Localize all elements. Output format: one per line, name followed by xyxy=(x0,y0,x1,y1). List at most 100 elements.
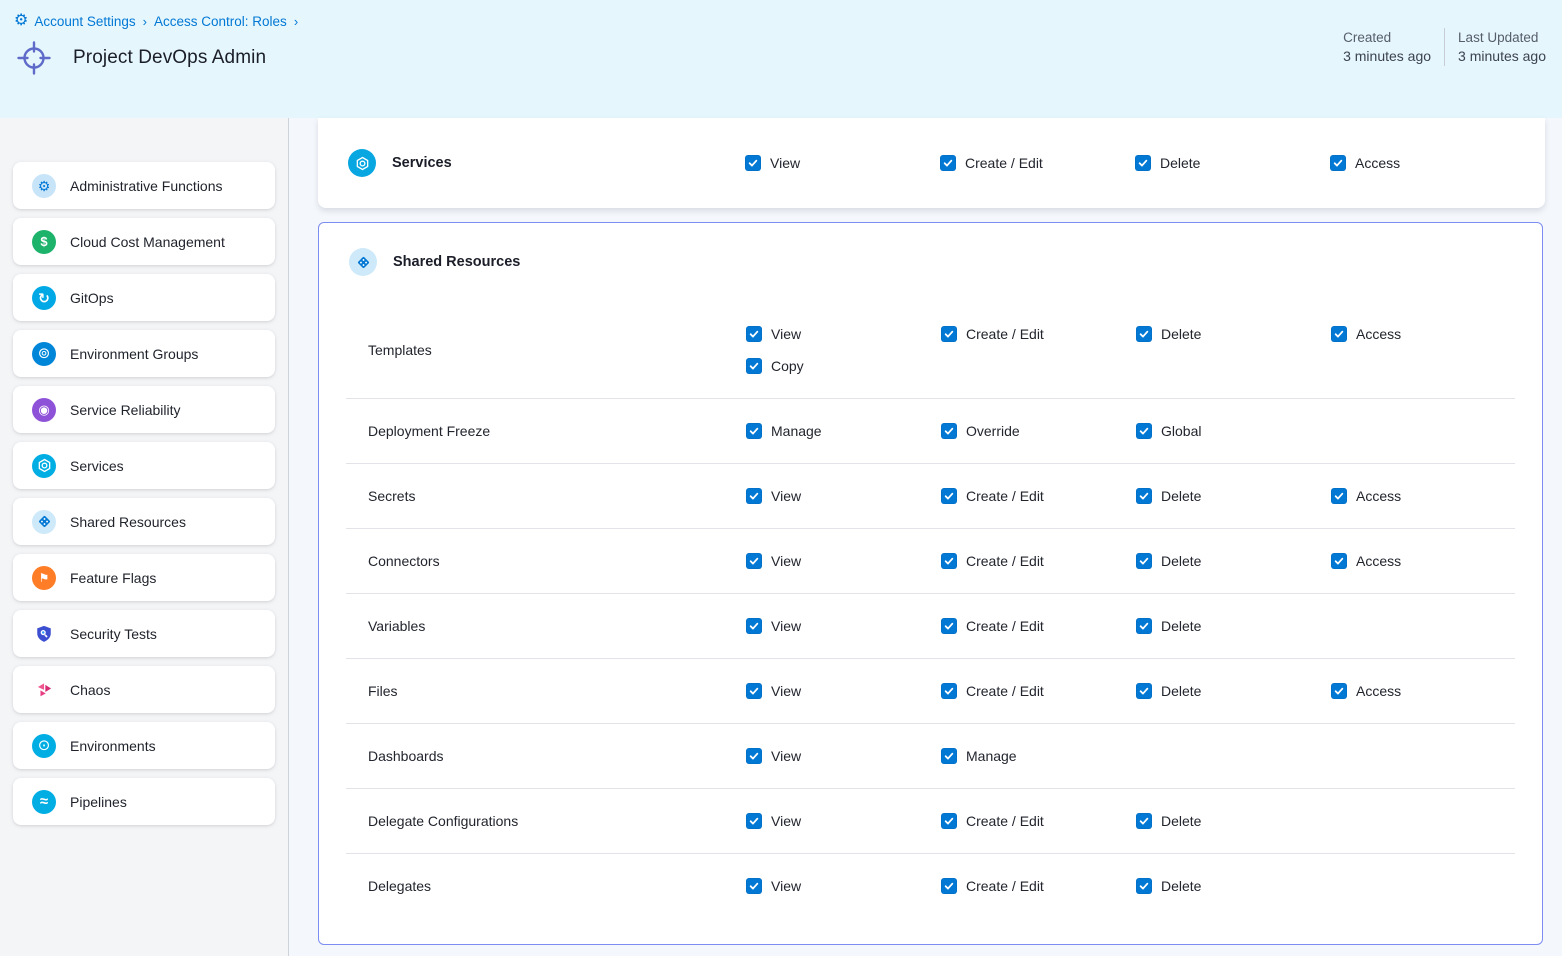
permission-label: Global xyxy=(1161,423,1201,439)
breadcrumb-account-settings[interactable]: Account Settings xyxy=(34,14,135,29)
checkbox-templates-create-edit[interactable] xyxy=(941,326,957,342)
checkbox-variables-create-edit[interactable] xyxy=(941,618,957,634)
permission-deployment-freeze-override[interactable]: Override xyxy=(941,423,1136,439)
permission-deployment-freeze-global[interactable]: Global xyxy=(1136,423,1331,439)
permission-variables-view[interactable]: View xyxy=(746,618,941,634)
checkbox-services-access[interactable] xyxy=(1330,155,1346,171)
checkbox-services-delete[interactable] xyxy=(1135,155,1151,171)
permission-templates-access[interactable]: Access xyxy=(1331,326,1526,342)
created-label: Created xyxy=(1343,30,1431,45)
checkbox-dashboards-view[interactable] xyxy=(746,748,762,764)
permission-delegate-configurations-delete[interactable]: Delete xyxy=(1136,813,1331,829)
permission-delegates-delete[interactable]: Delete xyxy=(1136,878,1331,894)
permission-secrets-view[interactable]: View xyxy=(746,488,941,504)
permission-delegates-view[interactable]: View xyxy=(746,878,941,894)
checkbox-secrets-view[interactable] xyxy=(746,488,762,504)
permission-secrets-delete[interactable]: Delete xyxy=(1136,488,1331,504)
checkbox-services-create-edit[interactable] xyxy=(940,155,956,171)
sidebar-item-cloud-cost-management[interactable]: $ Cloud Cost Management xyxy=(13,218,275,265)
permission-templates-view[interactable]: View xyxy=(746,326,941,342)
permission-files-view[interactable]: View xyxy=(746,683,941,699)
permission-templates-copy[interactable]: Copy xyxy=(746,358,941,374)
checkbox-files-view[interactable] xyxy=(746,683,762,699)
sidebar-item-shared-resources[interactable]: Shared Resources xyxy=(13,498,275,545)
checkbox-secrets-delete[interactable] xyxy=(1136,488,1152,504)
permission-deployment-freeze-manage[interactable]: Manage xyxy=(746,423,941,439)
checkbox-variables-delete[interactable] xyxy=(1136,618,1152,634)
permission-label: View xyxy=(771,748,801,764)
sidebar-item-label: Feature Flags xyxy=(70,570,156,586)
sidebar-item-label: Service Reliability xyxy=(70,402,180,418)
permission-templates-create-edit[interactable]: Create / Edit xyxy=(941,326,1136,342)
checkbox-secrets-access[interactable] xyxy=(1331,488,1347,504)
sidebar-item-services[interactable]: Services xyxy=(13,442,275,489)
permission-variables-create-edit[interactable]: Create / Edit xyxy=(941,618,1136,634)
sidebar-item-service-reliability[interactable]: ◉ Service Reliability xyxy=(13,386,275,433)
permission-connectors-create-edit[interactable]: Create / Edit xyxy=(941,553,1136,569)
checkbox-templates-access[interactable] xyxy=(1331,326,1347,342)
permission-row-connectors: Connectors View Create / Edit Delete Acc… xyxy=(319,529,1542,593)
permission-files-create-edit[interactable]: Create / Edit xyxy=(941,683,1136,699)
checkbox-deployment-freeze-global[interactable] xyxy=(1136,423,1152,439)
permission-secrets-create-edit[interactable]: Create / Edit xyxy=(941,488,1136,504)
permission-variables-delete[interactable]: Delete xyxy=(1136,618,1331,634)
permission-connectors-delete[interactable]: Delete xyxy=(1136,553,1331,569)
permission-services-access[interactable]: Access xyxy=(1330,155,1525,171)
permission-files-delete[interactable]: Delete xyxy=(1136,683,1331,699)
permission-services-view[interactable]: View xyxy=(745,155,940,171)
permission-label: View xyxy=(771,813,801,829)
checkbox-deployment-freeze-override[interactable] xyxy=(941,423,957,439)
checkbox-connectors-create-edit[interactable] xyxy=(941,553,957,569)
checkbox-delegates-delete[interactable] xyxy=(1136,878,1152,894)
sidebar-item-gitops[interactable]: ↻ GitOps xyxy=(13,274,275,321)
permission-services-delete[interactable]: Delete xyxy=(1135,155,1330,171)
permission-files-access[interactable]: Access xyxy=(1331,683,1526,699)
permission-connectors-view[interactable]: View xyxy=(746,553,941,569)
checkbox-files-access[interactable] xyxy=(1331,683,1347,699)
permission-connectors-access[interactable]: Access xyxy=(1331,553,1526,569)
checkbox-files-create-edit[interactable] xyxy=(941,683,957,699)
checkbox-templates-copy[interactable] xyxy=(746,358,762,374)
sidebar-item-label: Cloud Cost Management xyxy=(70,234,225,250)
sidebar-item-pipelines[interactable]: ≈ Pipelines xyxy=(13,778,275,825)
last-updated-value: 3 minutes ago xyxy=(1458,48,1546,64)
permission-delegate-configurations-view[interactable]: View xyxy=(746,813,941,829)
sidebar-item-security-tests[interactable]: Security Tests xyxy=(13,610,275,657)
permission-label: Delete xyxy=(1161,553,1201,569)
checkbox-services-view[interactable] xyxy=(745,155,761,171)
permission-templates-delete[interactable]: Delete xyxy=(1136,326,1331,342)
permission-dashboards-manage[interactable]: Manage xyxy=(941,748,1136,764)
checkbox-delegate-configurations-create-edit[interactable] xyxy=(941,813,957,829)
sidebar-item-chaos[interactable]: Chaos xyxy=(13,666,275,713)
sidebar-item-environment-groups[interactable]: ⊚ Environment Groups xyxy=(13,330,275,377)
permission-dashboards-view[interactable]: View xyxy=(746,748,941,764)
permission-label: Create / Edit xyxy=(966,813,1044,829)
permission-delegate-configurations-create-edit[interactable]: Create / Edit xyxy=(941,813,1136,829)
checkbox-connectors-delete[interactable] xyxy=(1136,553,1152,569)
permission-label: Delete xyxy=(1161,326,1201,342)
checkbox-connectors-access[interactable] xyxy=(1331,553,1347,569)
sidebar-item-label: Chaos xyxy=(70,682,110,698)
checkbox-dashboards-manage[interactable] xyxy=(941,748,957,764)
sidebar-item-environments[interactable]: ⊙ Environments xyxy=(13,722,275,769)
checkbox-delegates-create-edit[interactable] xyxy=(941,878,957,894)
resource-label: Delegate Configurations xyxy=(368,813,746,829)
checkbox-templates-delete[interactable] xyxy=(1136,326,1152,342)
checkbox-variables-view[interactable] xyxy=(746,618,762,634)
permission-secrets-access[interactable]: Access xyxy=(1331,488,1526,504)
checkbox-deployment-freeze-manage[interactable] xyxy=(746,423,762,439)
checkbox-secrets-create-edit[interactable] xyxy=(941,488,957,504)
checkbox-delegates-view[interactable] xyxy=(746,878,762,894)
resource-category-sidebar: ⚙ Administrative Functions $ Cloud Cost … xyxy=(0,118,289,956)
checkbox-delegate-configurations-view[interactable] xyxy=(746,813,762,829)
checkbox-connectors-view[interactable] xyxy=(746,553,762,569)
permission-services-create-edit[interactable]: Create / Edit xyxy=(940,155,1135,171)
checkbox-files-delete[interactable] xyxy=(1136,683,1152,699)
permission-delegates-create-edit[interactable]: Create / Edit xyxy=(941,878,1136,894)
breadcrumb-access-control-roles[interactable]: Access Control: Roles xyxy=(154,14,287,29)
checkbox-templates-view[interactable] xyxy=(746,326,762,342)
permission-label: Manage xyxy=(771,423,822,439)
sidebar-item-administrative-functions[interactable]: ⚙ Administrative Functions xyxy=(13,162,275,209)
checkbox-delegate-configurations-delete[interactable] xyxy=(1136,813,1152,829)
sidebar-item-feature-flags[interactable]: ⚑ Feature Flags xyxy=(13,554,275,601)
